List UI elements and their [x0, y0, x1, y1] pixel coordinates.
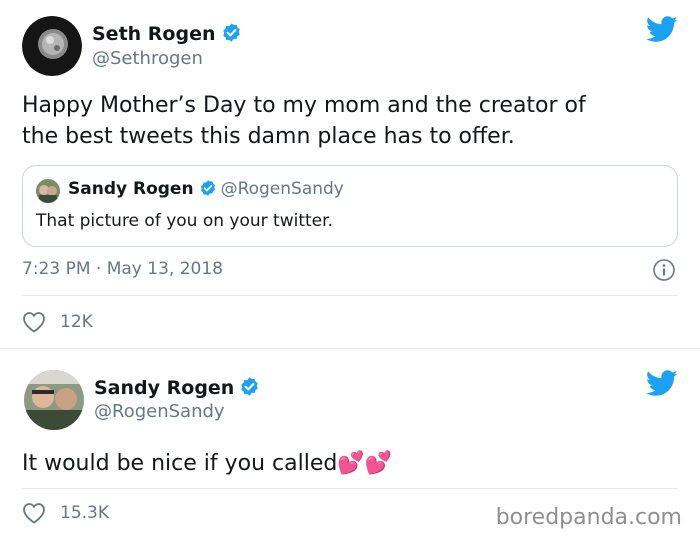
author-handle[interactable]: @Sethrogen: [92, 48, 203, 69]
author-name[interactable]: Seth Rogen: [92, 22, 242, 45]
avatar[interactable]: [22, 16, 82, 76]
heart-icon[interactable]: [22, 502, 46, 524]
verified-badge-icon: [200, 180, 215, 196]
heart-icon[interactable]: [22, 311, 46, 333]
tweet-text-line-1: Happy Mother’s Day to my mom and the cre…: [22, 93, 586, 118]
author-name[interactable]: Sandy Rogen: [94, 376, 260, 399]
tweet-text-content: It would be nice if you called: [22, 451, 338, 476]
like-count: 12K: [60, 312, 93, 332]
divider: [22, 295, 678, 296]
verified-badge-icon: [241, 377, 259, 396]
tweet-text: Happy Mother’s Day to my mom and the cre…: [22, 90, 586, 152]
author-handle[interactable]: @RogenSandy: [94, 401, 225, 422]
watermark: boredpanda.com: [495, 505, 682, 530]
quoted-text: That picture of you on your twitter.: [36, 211, 333, 231]
quoted-tweet[interactable]: [22, 165, 678, 247]
author-name-text[interactable]: Sandy Rogen: [94, 377, 234, 399]
quoted-author[interactable]: Sandy Rogen @RogenSandy: [68, 179, 344, 199]
quoted-name[interactable]: Sandy Rogen: [68, 179, 194, 199]
like-count: 15.3K: [60, 503, 109, 523]
avatar[interactable]: [24, 370, 84, 430]
verified-badge-icon: [222, 23, 240, 42]
twitter-bird-icon[interactable]: [646, 16, 678, 43]
tweet-text: It would be nice if you called💕💕: [22, 448, 392, 479]
two-hearts-emoji: 💕💕: [337, 451, 393, 476]
tweet-text-line-2: the best tweets this damn place has to o…: [22, 124, 515, 149]
info-icon[interactable]: [652, 258, 676, 282]
quoted-avatar[interactable]: [36, 179, 60, 203]
quoted-avatar-image: [36, 179, 60, 203]
author-name-text[interactable]: Seth Rogen: [92, 23, 216, 45]
avatar-image: [24, 370, 84, 430]
tweet-seth-rogen: Seth Rogen @Sethrogen Happy Mother’s Day…: [0, 0, 700, 348]
tweet-timestamp[interactable]: 7:23 PM · May 13, 2018: [22, 259, 223, 279]
quoted-handle[interactable]: @RogenSandy: [221, 179, 344, 199]
avatar-image: [22, 16, 82, 76]
twitter-bird-icon[interactable]: [646, 370, 678, 397]
divider: [22, 488, 678, 489]
